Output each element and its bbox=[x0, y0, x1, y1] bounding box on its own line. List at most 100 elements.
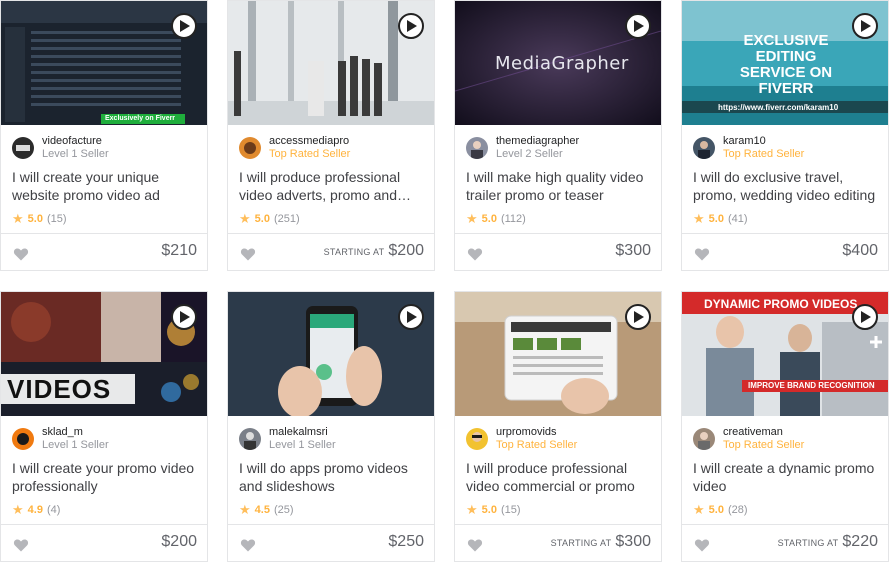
heart-icon[interactable] bbox=[467, 246, 483, 262]
gig-title[interactable]: I will make high quality video trailer p… bbox=[466, 168, 656, 204]
avatar-image bbox=[244, 142, 256, 154]
gig-title[interactable]: I will create your unique website promo … bbox=[12, 168, 202, 204]
heart-icon[interactable] bbox=[467, 537, 483, 553]
star-icon: ★ bbox=[239, 211, 251, 226]
avatar[interactable] bbox=[239, 428, 261, 450]
gig-title[interactable]: I will produce professional video advert… bbox=[239, 168, 429, 204]
review-count: (251) bbox=[273, 213, 300, 225]
thumbnail-caption: DYNAMIC PROMO VIDEOS bbox=[704, 297, 858, 311]
seller-name[interactable]: creativeman bbox=[723, 426, 804, 439]
gig-card[interactable]: Exclusively on Fiverr videofacture Level… bbox=[0, 0, 208, 271]
gig-thumbnail[interactable] bbox=[228, 1, 434, 125]
gig-rating: ★ 5.0 (15) bbox=[466, 502, 521, 518]
review-count: (112) bbox=[500, 213, 526, 225]
gig-rating: ★ 5.0 (112) bbox=[466, 211, 526, 227]
gig-thumbnail[interactable]: DYNAMIC PROMO VIDEOS IMPROVE BRAND RECOG… bbox=[682, 292, 888, 416]
seller-name[interactable]: urpromovids bbox=[496, 426, 577, 439]
gig-thumbnail[interactable]: MediaGrapher bbox=[455, 1, 661, 125]
thumbnail-url: https://www.fiverr.com/karam10 bbox=[718, 103, 839, 112]
play-video-button[interactable] bbox=[171, 13, 197, 39]
gig-title[interactable]: I will do exclusive travel, promo, weddi… bbox=[693, 168, 883, 204]
price-area[interactable]: $200 bbox=[157, 533, 197, 551]
gig-price: $400 bbox=[842, 242, 878, 259]
gig-price: $300 bbox=[615, 533, 651, 550]
heart-icon[interactable] bbox=[13, 246, 29, 262]
avatar[interactable] bbox=[693, 137, 715, 159]
price-area[interactable]: $250 bbox=[384, 533, 424, 551]
star-icon: ★ bbox=[693, 502, 705, 517]
gig-footer: STARTING AT $300 bbox=[455, 524, 661, 561]
play-video-button[interactable] bbox=[398, 304, 424, 330]
seller-name[interactable]: sklad_m bbox=[42, 426, 109, 439]
price-area[interactable]: STARTING AT $300 bbox=[551, 533, 651, 551]
star-icon: ★ bbox=[239, 502, 251, 517]
starting-at-label: STARTING AT bbox=[777, 538, 839, 548]
seller-level: Level 2 Seller bbox=[496, 148, 563, 160]
avatar-image bbox=[16, 145, 30, 151]
play-video-button[interactable] bbox=[852, 304, 878, 330]
play-icon bbox=[180, 311, 190, 323]
gig-price: $220 bbox=[842, 533, 878, 550]
price-area[interactable]: $210 bbox=[157, 242, 197, 260]
star-icon: ★ bbox=[693, 211, 705, 226]
gig-thumbnail[interactable] bbox=[228, 292, 434, 416]
avatar[interactable] bbox=[466, 428, 488, 450]
gig-title[interactable]: I will create a dynamic promo video bbox=[693, 459, 883, 495]
seller-info: themediagrapher Level 2 Seller bbox=[466, 135, 579, 161]
price-area[interactable]: $300 bbox=[611, 242, 651, 260]
heart-icon[interactable] bbox=[694, 537, 710, 553]
gig-rating: ★ 5.0 (251) bbox=[239, 211, 300, 227]
gig-price: $250 bbox=[388, 533, 424, 550]
seller-info: accessmediapro Top Rated Seller bbox=[239, 135, 350, 161]
avatar[interactable] bbox=[466, 137, 488, 159]
gig-thumbnail[interactable]: Exclusively on Fiverr bbox=[1, 1, 207, 125]
seller-name[interactable]: themediagrapher bbox=[496, 135, 579, 148]
avatar[interactable] bbox=[12, 428, 34, 450]
heart-icon[interactable] bbox=[694, 246, 710, 262]
seller-name[interactable]: videofacture bbox=[42, 135, 109, 148]
play-video-button[interactable] bbox=[171, 304, 197, 330]
gig-card[interactable]: malekalmsri Level 1 Seller I will do app… bbox=[227, 291, 435, 562]
gig-thumbnail[interactable] bbox=[455, 292, 661, 416]
play-icon bbox=[407, 311, 417, 323]
rating-score: 5.0 bbox=[481, 213, 497, 225]
seller-name[interactable]: accessmediapro bbox=[269, 135, 350, 148]
price-area[interactable]: STARTING AT $200 bbox=[324, 242, 424, 260]
gig-title[interactable]: I will do apps promo videos and slidesho… bbox=[239, 459, 429, 495]
seller-info: creativeman Top Rated Seller bbox=[693, 426, 804, 452]
price-area[interactable]: STARTING AT $220 bbox=[778, 533, 878, 551]
star-icon: ★ bbox=[12, 502, 24, 517]
review-count: (28) bbox=[727, 504, 748, 516]
play-video-button[interactable] bbox=[625, 13, 651, 39]
gig-footer: $210 bbox=[1, 233, 207, 270]
play-video-button[interactable] bbox=[398, 13, 424, 39]
gig-card[interactable]: VIDEOS sklad_m Level 1 Seller I will cre… bbox=[0, 291, 208, 562]
gig-thumbnail[interactable]: EXCLUSIVE EDITING SERVICE ON FIVERR http… bbox=[682, 1, 888, 125]
heart-icon[interactable] bbox=[13, 537, 29, 553]
seller-level: Top Rated Seller bbox=[269, 148, 351, 160]
avatar[interactable] bbox=[239, 137, 261, 159]
avatar[interactable] bbox=[693, 428, 715, 450]
heart-icon[interactable] bbox=[240, 246, 256, 262]
gig-rating: ★ 5.0 (41) bbox=[693, 211, 748, 227]
gig-card[interactable]: MediaGrapher themediagrapher Level 2 Sel… bbox=[454, 0, 662, 271]
gig-card[interactable]: EXCLUSIVE EDITING SERVICE ON FIVERR http… bbox=[681, 0, 889, 271]
rating-score: 5.0 bbox=[708, 504, 724, 516]
seller-name[interactable]: malekalmsri bbox=[269, 426, 336, 439]
star-icon: ★ bbox=[466, 502, 478, 517]
gig-thumbnail[interactable]: VIDEOS bbox=[1, 292, 207, 416]
gig-title[interactable]: I will produce professional video commer… bbox=[466, 459, 656, 495]
gig-footer: STARTING AT $200 bbox=[228, 233, 434, 270]
gig-card[interactable]: accessmediapro Top Rated Seller I will p… bbox=[227, 0, 435, 271]
gig-card[interactable]: urpromovids Top Rated Seller I will prod… bbox=[454, 291, 662, 562]
heart-icon[interactable] bbox=[240, 537, 256, 553]
gig-title[interactable]: I will create your promo video professio… bbox=[12, 459, 202, 495]
play-video-button[interactable] bbox=[852, 13, 878, 39]
gig-card[interactable]: DYNAMIC PROMO VIDEOS IMPROVE BRAND RECOG… bbox=[681, 291, 889, 562]
play-video-button[interactable] bbox=[625, 304, 651, 330]
seller-name[interactable]: karam10 bbox=[723, 135, 804, 148]
price-area[interactable]: $400 bbox=[838, 242, 878, 260]
avatar[interactable] bbox=[12, 137, 34, 159]
gig-price: $300 bbox=[615, 242, 651, 259]
gig-footer: $300 bbox=[455, 233, 661, 270]
